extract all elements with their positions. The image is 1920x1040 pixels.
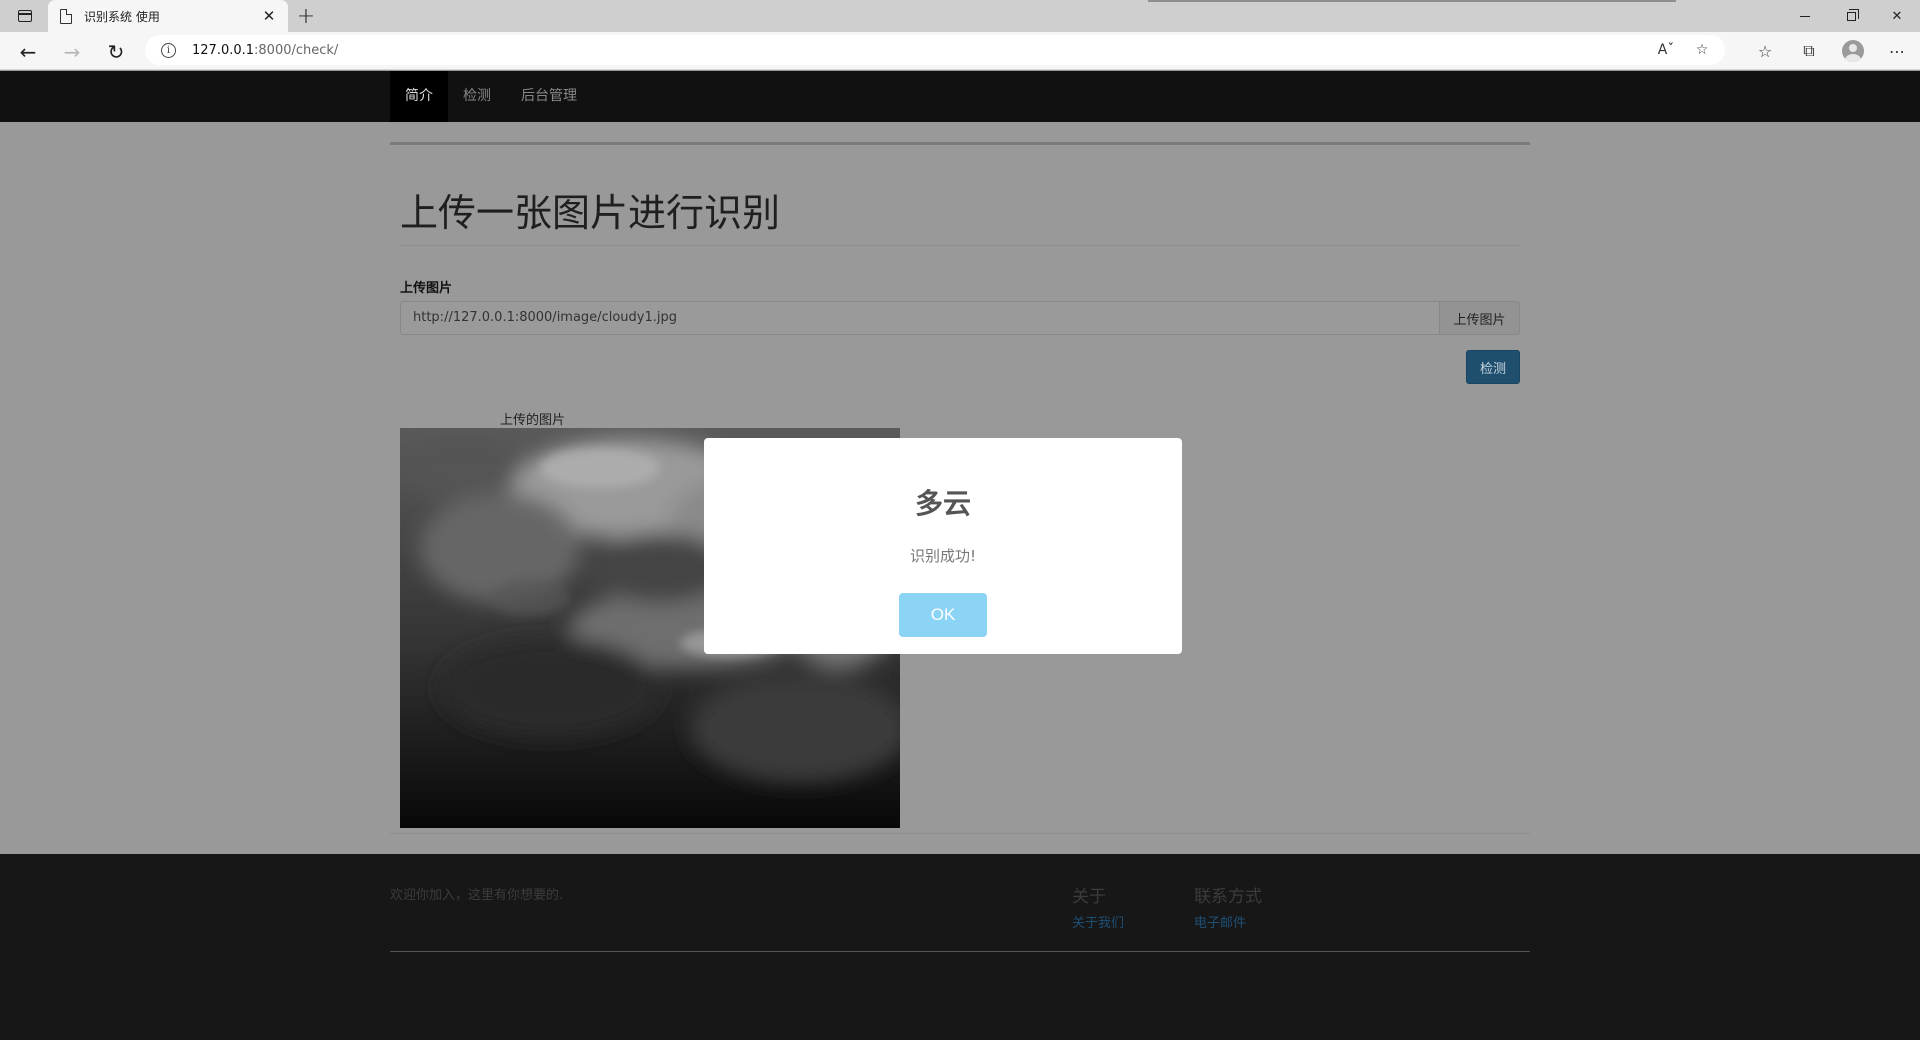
restore-icon — [1846, 8, 1859, 21]
address-bar[interactable]: i 127.0.0.1:8000/check/ Aˇ ☆ — [145, 35, 1725, 65]
tab-actions-button[interactable] — [12, 6, 38, 26]
favorite-add-icon[interactable]: ☆ — [1691, 40, 1713, 60]
close-window-button[interactable]: ✕ — [1874, 0, 1920, 32]
nav-item-detect[interactable]: 检测 — [448, 71, 506, 122]
site-navbar: 简介 检测 后台管理 — [0, 71, 1920, 122]
sidebar-icon — [18, 10, 32, 22]
footer-welcome-text: 欢迎你加入，这里有你想要的. — [390, 888, 564, 903]
page-icon — [60, 8, 72, 24]
page-title: 上传一张图片进行识别 — [400, 191, 781, 235]
forward-button[interactable]: → — [57, 37, 87, 67]
new-tab-button[interactable]: + — [294, 4, 318, 29]
about-us-link[interactable]: 关于我们 — [1072, 912, 1124, 931]
browser-tab[interactable]: 识别系统 使用 ✕ — [48, 0, 288, 32]
minimize-button[interactable] — [1782, 0, 1828, 32]
ok-button[interactable]: OK — [899, 593, 987, 637]
url-text: 127.0.0.1:8000/check/ — [192, 42, 339, 58]
upload-label: 上传图片 — [400, 281, 453, 296]
nav-item-admin[interactable]: 后台管理 — [506, 71, 592, 122]
window-controls: ✕ — [1782, 0, 1920, 32]
tab-title: 识别系统 使用 — [84, 9, 160, 24]
footer-contact-title: 联系方式 — [1194, 887, 1262, 907]
divider — [390, 833, 1530, 834]
more-menu-icon[interactable]: ⋯ — [1882, 36, 1912, 66]
divider — [390, 142, 1530, 145]
footer-divider — [390, 951, 1530, 952]
email-link[interactable]: 电子邮件 — [1194, 912, 1246, 931]
browser-tab-bar: 识别系统 使用 ✕ + ✕ — [0, 0, 1920, 32]
collections-icon[interactable]: ⧉ — [1794, 36, 1824, 66]
avatar-icon — [1842, 40, 1864, 62]
divider — [400, 245, 1520, 246]
image-url-input[interactable]: http://127.0.0.1:8000/image/cloudy1.jpg — [400, 301, 1439, 335]
profile-button[interactable] — [1838, 36, 1868, 66]
image-caption: 上传的图片 — [500, 413, 566, 428]
result-message: 识别成功! — [909, 547, 976, 565]
nav-item-intro[interactable]: 简介 — [390, 71, 448, 122]
restore-button[interactable] — [1828, 0, 1874, 32]
reload-button[interactable]: ↻ — [101, 37, 131, 67]
close-tab-icon[interactable]: ✕ — [258, 5, 280, 27]
upload-button[interactable]: 上传图片 — [1439, 301, 1520, 335]
read-aloud-icon[interactable]: Aˇ — [1655, 40, 1677, 60]
favorites-icon[interactable]: ☆ — [1750, 36, 1780, 66]
site-info-icon[interactable]: i — [161, 42, 176, 58]
detect-button[interactable]: 检测 — [1466, 350, 1520, 384]
footer-about-title: 关于 — [1072, 887, 1106, 907]
result-title: 多云 — [914, 487, 971, 520]
result-dialog: 多云 识别成功! OK — [704, 438, 1182, 654]
window-shadow — [1148, 0, 1676, 2]
browser-toolbar: ← → ↻ i 127.0.0.1:8000/check/ Aˇ ☆ ☆ ⧉ ⋯ — [0, 32, 1920, 70]
site-footer: 欢迎你加入，这里有你想要的. 关于 关于我们 联系方式 电子邮件 — [0, 854, 1920, 1040]
back-button[interactable]: ← — [13, 37, 43, 67]
